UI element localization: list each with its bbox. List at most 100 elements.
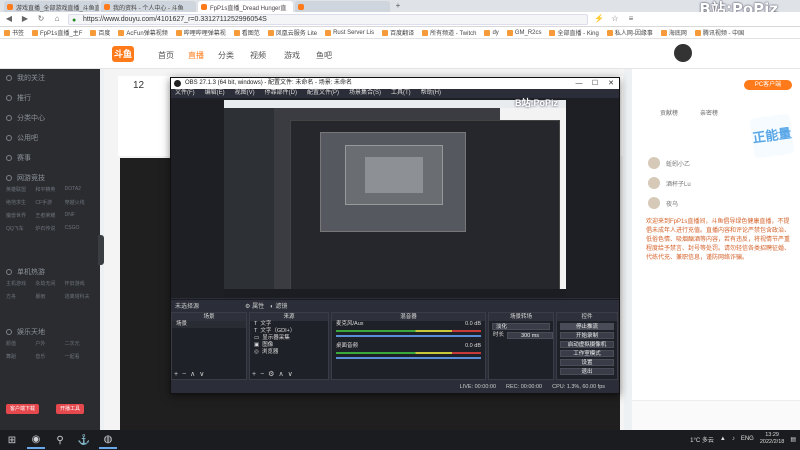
broadcast-tool-button[interactable]: 开播工具 [56,404,85,414]
douyu-logo[interactable]: 斗鱼 [112,46,134,62]
bookmark[interactable]: 全部直播 - King [549,28,599,37]
tab-contribution[interactable]: 贡献榜 [660,108,678,117]
windows-start-icon[interactable]: ⊞ [3,431,21,449]
volume-slider[interactable] [336,335,481,337]
sidebar-subitem[interactable]: 暴雨 [35,293,64,300]
sidebar-subitem[interactable]: 和平精英 [35,186,64,193]
source-controls[interactable]: +−⚙∧∨ [252,370,297,378]
settings-button[interactable]: 设置 [560,359,614,366]
browser-taskbar-icon[interactable]: ◉ [27,431,45,449]
exit-button[interactable]: 退出 [560,368,614,375]
bookmark[interactable]: dy [484,29,499,36]
avatar[interactable] [674,44,692,62]
sidebar-subitem[interactable]: 一起看 [65,353,94,360]
network-icon[interactable]: ▲ [720,436,726,442]
bookmark[interactable]: 看图范 [233,28,260,37]
bookmark[interactable]: 凤凰云服务 Lite [267,28,317,37]
menu-item-help[interactable]: 帮助(H) [421,89,441,98]
source-item[interactable]: T 文字 [250,321,328,328]
new-tab-button[interactable]: + [392,1,404,12]
star-icon[interactable]: ☆ [610,14,620,24]
browser-tab[interactable] [295,1,390,12]
sidebar-subitem[interactable]: 二次元 [65,340,94,347]
obs-taskbar-icon[interactable]: ◍ [99,431,117,449]
sidebar-subitem[interactable]: 颜值 [6,340,35,347]
tab-intimacy[interactable]: 亲密榜 [700,108,718,117]
nav-fishbar[interactable]: 鱼吧 [316,50,332,61]
sidebar-subitem[interactable]: 魔兽世界 [6,212,35,219]
sidebar-subitem[interactable]: 永劫无间 [35,280,64,287]
bookmark[interactable]: AcFun弹幕视频 [118,28,168,37]
language-indicator[interactable]: ENG [741,436,754,442]
close-icon[interactable]: ✕ [603,78,619,89]
sidebar-subitem[interactable]: 户外 [35,340,64,347]
reload-icon[interactable]: ↻ [36,14,46,24]
sidebar-subitem[interactable]: 方舟 [6,293,35,300]
weather-label[interactable]: 1°C 多云 [690,435,714,444]
menu-item-profile[interactable]: 配置文件(P) [307,89,339,98]
sidebar-subitem[interactable]: QQ飞车 [6,225,35,232]
bookmark[interactable]: Rust Server Lis [325,29,374,36]
notification-icon[interactable]: ▤ [790,436,796,443]
sidebar-subitem[interactable]: 炉石传说 [35,225,64,232]
sidebar-subitem[interactable]: 舞蹈 [6,353,35,360]
sidebar-item-events[interactable]: 赛事 [6,153,31,163]
sidebar-subitem[interactable]: 穿越火线 [65,199,94,206]
list-item[interactable]: 蚯蚓小乙 [648,155,788,171]
bookmark[interactable]: 腾讯视频 - 中国 [694,28,744,37]
nav-live[interactable]: 直播 [188,50,204,61]
minimize-icon[interactable]: — [571,78,587,89]
menu-item-scene-collection[interactable]: 场景集合(S) [349,89,381,98]
menu-icon[interactable]: ≡ [626,14,636,24]
bookmark[interactable]: 哔哩哔哩弹幕视 [175,28,226,37]
browser-tab[interactable]: 我的资料 - 个人中心 - 斗鱼 [101,1,196,12]
menu-item-view[interactable]: 视图(V) [235,89,255,98]
maximize-icon[interactable]: ☐ [587,78,603,89]
filters-button[interactable]: ◐ 滤镜 [270,301,287,310]
pc-client-button[interactable]: PC客户端 [744,80,792,90]
bookmark[interactable]: FpP1s直播_主F [32,28,82,37]
chat-input-area[interactable] [632,400,800,430]
nav-category[interactable]: 分类 [218,50,234,61]
forward-icon[interactable]: ▶ [20,14,30,24]
sidebar-item-recommend[interactable]: 推行 [6,93,31,103]
back-icon[interactable]: ◀ [4,14,14,24]
volume-slider[interactable] [336,357,481,359]
source-item[interactable]: T 文字（GDI+） [250,328,328,335]
bookmark[interactable]: 百度 [90,28,110,37]
stop-streaming-button[interactable]: 停止推流 [560,323,614,330]
list-item[interactable]: 酒杯子Lu [648,175,788,191]
home-icon[interactable]: ⌂ [52,14,62,24]
sidebar-subitem[interactable]: 英雄联盟 [6,186,35,193]
url-input[interactable]: ● https://www.douyu.com/4101627_r=0.3312… [68,13,588,25]
client-download-button[interactable]: 客户端下载 [6,404,40,414]
scene-controls[interactable]: +−∧∨ [174,370,208,378]
transition-select[interactable]: 淡化 [492,323,550,330]
menu-item-docks[interactable]: 停靠部件(D) [265,89,297,98]
menu-item-edit[interactable]: 编辑(E) [205,89,225,98]
nav-game[interactable]: 游戏 [284,50,300,61]
clock[interactable]: 13:29 2022/2/18 [760,432,784,446]
volume-icon[interactable]: ♪ [732,436,735,442]
bookmark[interactable]: 海底网 [660,28,687,37]
sidebar-item-category[interactable]: 分类中心 [6,113,45,123]
sidebar-item-bar[interactable]: 公用吧 [6,133,38,143]
search-taskbar-icon[interactable]: ⚲ [51,431,69,449]
app-taskbar-icon[interactable]: ⚓ [75,431,93,449]
browser-tab[interactable]: 游戏直播_全部游戏直播_斗鱼直播 [4,1,99,12]
sidebar-subitem[interactable]: 绝地求生 [6,199,35,206]
menu-item-tools[interactable]: 工具(T) [391,89,411,98]
source-item[interactable]: ▣ 图像 [250,342,328,349]
bookmark[interactable]: 所有频道 - Twitch [422,28,476,37]
sidebar-subitem[interactable]: CF手游 [35,199,64,206]
lightning-icon[interactable]: ⚡ [594,14,604,24]
nav-video[interactable]: 视频 [250,50,266,61]
source-item[interactable]: ▭ 显示器采集 [250,335,328,342]
sidebar-subitem[interactable]: CSGO [65,225,94,232]
bookmark[interactable]: 私人网-因缘事 [606,28,653,37]
sidebar-subitem[interactable]: 主机游戏 [6,280,35,287]
studio-mode-button[interactable]: 工作室模式 [560,350,614,357]
source-item[interactable]: ◎ 浏览器 [250,349,328,356]
sidebar-subitem[interactable]: 王者荣耀 [35,212,64,219]
sidebar-subitem[interactable]: DNF [65,212,94,219]
